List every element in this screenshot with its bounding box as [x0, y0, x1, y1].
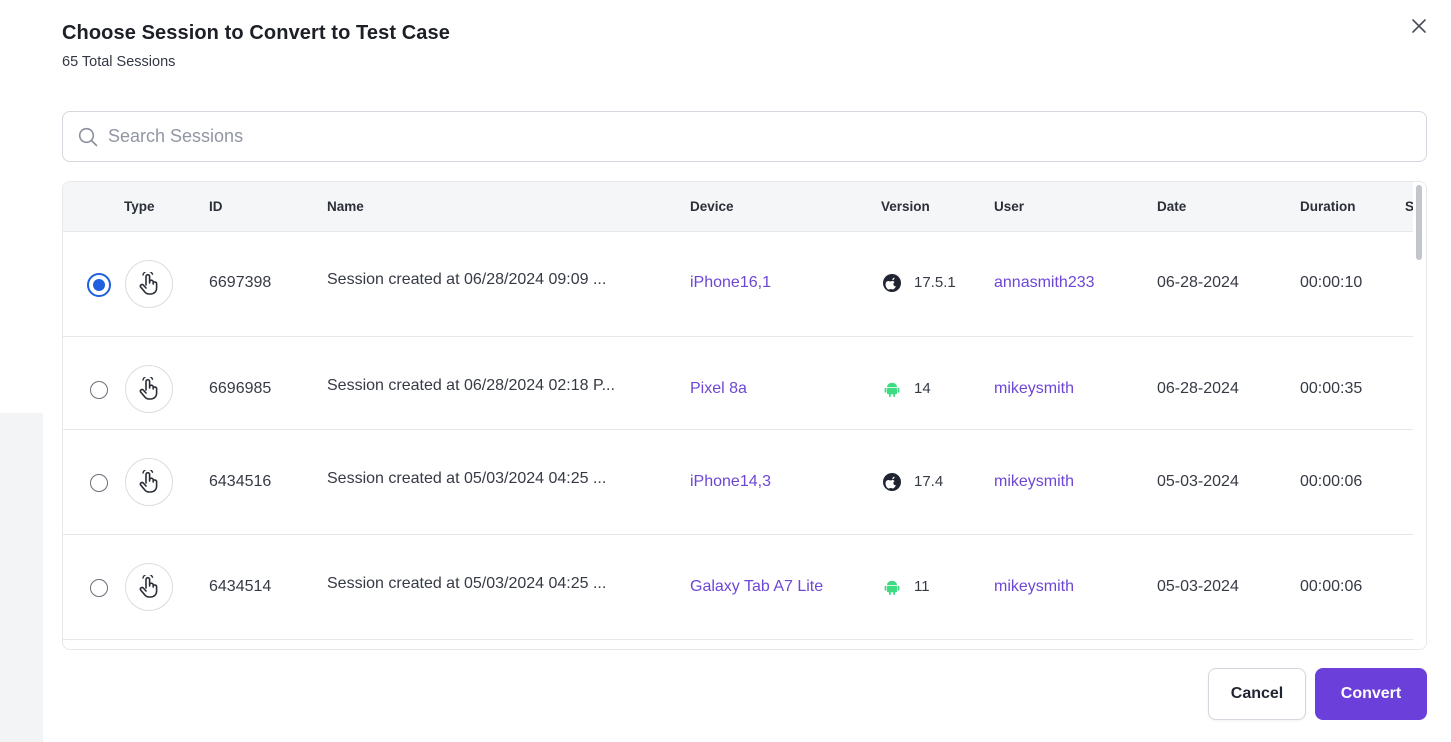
tap-hand-icon	[139, 377, 158, 400]
session-id: 6696985	[209, 380, 272, 397]
column-header-name[interactable]: Name	[327, 199, 364, 214]
user-link[interactable]: mikeysmith	[994, 473, 1074, 491]
row-select-radio[interactable]	[90, 474, 108, 492]
session-type-badge	[125, 458, 173, 506]
session-duration: 00:00:06	[1300, 578, 1363, 595]
column-header-id[interactable]: ID	[209, 199, 223, 214]
session-name: Session created at 06/28/2024 09:09 ...	[327, 271, 607, 288]
os-version: 17.4	[914, 473, 944, 490]
column-header-version[interactable]: Version	[881, 199, 930, 214]
convert-button[interactable]: Convert	[1315, 668, 1427, 720]
table-row[interactable]: 6434516 Session created at 05/03/2024 04…	[63, 430, 1413, 535]
column-header-date[interactable]: Date	[1157, 199, 1186, 214]
cancel-button[interactable]: Cancel	[1208, 668, 1306, 720]
device-link[interactable]: Pixel 8a	[690, 380, 747, 398]
session-name: Session created at 06/28/2024 02:18 P...	[327, 377, 615, 394]
column-header-user[interactable]: User	[994, 199, 1024, 214]
column-header-type[interactable]: Type	[124, 199, 155, 214]
table-row[interactable]: 6697398 Session created at 06/28/2024 09…	[63, 232, 1413, 337]
user-link[interactable]: mikeysmith	[994, 380, 1074, 398]
session-date: 05-03-2024	[1157, 578, 1239, 595]
device-link[interactable]: iPhone14,3	[690, 473, 771, 491]
tap-hand-icon	[139, 575, 158, 598]
row-select-radio[interactable]	[90, 579, 108, 597]
session-name: Session created at 05/03/2024 04:25 ...	[327, 470, 607, 487]
user-link[interactable]: annasmith233	[994, 274, 1095, 292]
convert-session-dialog: Choose Session to Convert to Test Case 6…	[0, 0, 1451, 742]
android-icon	[884, 580, 900, 595]
session-type-badge	[125, 260, 173, 308]
device-link[interactable]: Galaxy Tab A7 Lite	[690, 578, 823, 596]
session-id: 6697398	[209, 274, 272, 291]
search-input[interactable]	[108, 121, 1388, 152]
session-type-badge	[125, 563, 173, 611]
android-icon	[884, 382, 900, 397]
column-header-device[interactable]: Device	[690, 199, 734, 214]
apple-icon	[883, 473, 901, 491]
session-id: 6434516	[209, 473, 272, 490]
os-version: 17.5.1	[914, 274, 956, 291]
tap-hand-icon	[139, 470, 158, 493]
session-duration: 00:00:10	[1300, 274, 1363, 291]
row-select-radio[interactable]	[87, 273, 111, 297]
user-link[interactable]: mikeysmith	[994, 578, 1074, 596]
row-select-radio[interactable]	[90, 381, 108, 399]
session-duration: 00:00:35	[1300, 380, 1363, 397]
device-link[interactable]: iPhone16,1	[690, 274, 771, 292]
session-id: 6434514	[209, 578, 272, 595]
table-header: Type ID Name Device Version User Date Du…	[63, 182, 1426, 232]
session-date: 06-28-2024	[1157, 380, 1239, 397]
search-box	[62, 111, 1427, 162]
session-date: 06-28-2024	[1157, 274, 1239, 291]
table-scrollbar-thumb[interactable]	[1416, 185, 1422, 260]
os-version: 11	[914, 578, 930, 595]
close-button[interactable]	[1406, 13, 1432, 39]
os-version: 14	[914, 380, 931, 397]
sessions-table: Type ID Name Device Version User Date Du…	[62, 181, 1427, 650]
column-header-duration[interactable]: Duration	[1300, 199, 1356, 214]
close-icon	[1412, 19, 1426, 33]
search-icon	[78, 127, 98, 146]
session-duration: 00:00:06	[1300, 473, 1363, 490]
tap-hand-icon	[139, 272, 158, 295]
table-row[interactable]: 6696985 Session created at 06/28/2024 02…	[63, 337, 1413, 430]
table-row[interactable]: 6434514 Session created at 05/03/2024 04…	[63, 535, 1413, 640]
session-count: 65 Total Sessions	[62, 54, 176, 70]
session-type-badge	[125, 365, 173, 413]
session-date: 05-03-2024	[1157, 473, 1239, 490]
session-name: Session created at 05/03/2024 04:25 ...	[327, 575, 607, 592]
apple-icon	[883, 274, 901, 292]
dialog-title: Choose Session to Convert to Test Case	[62, 22, 450, 44]
